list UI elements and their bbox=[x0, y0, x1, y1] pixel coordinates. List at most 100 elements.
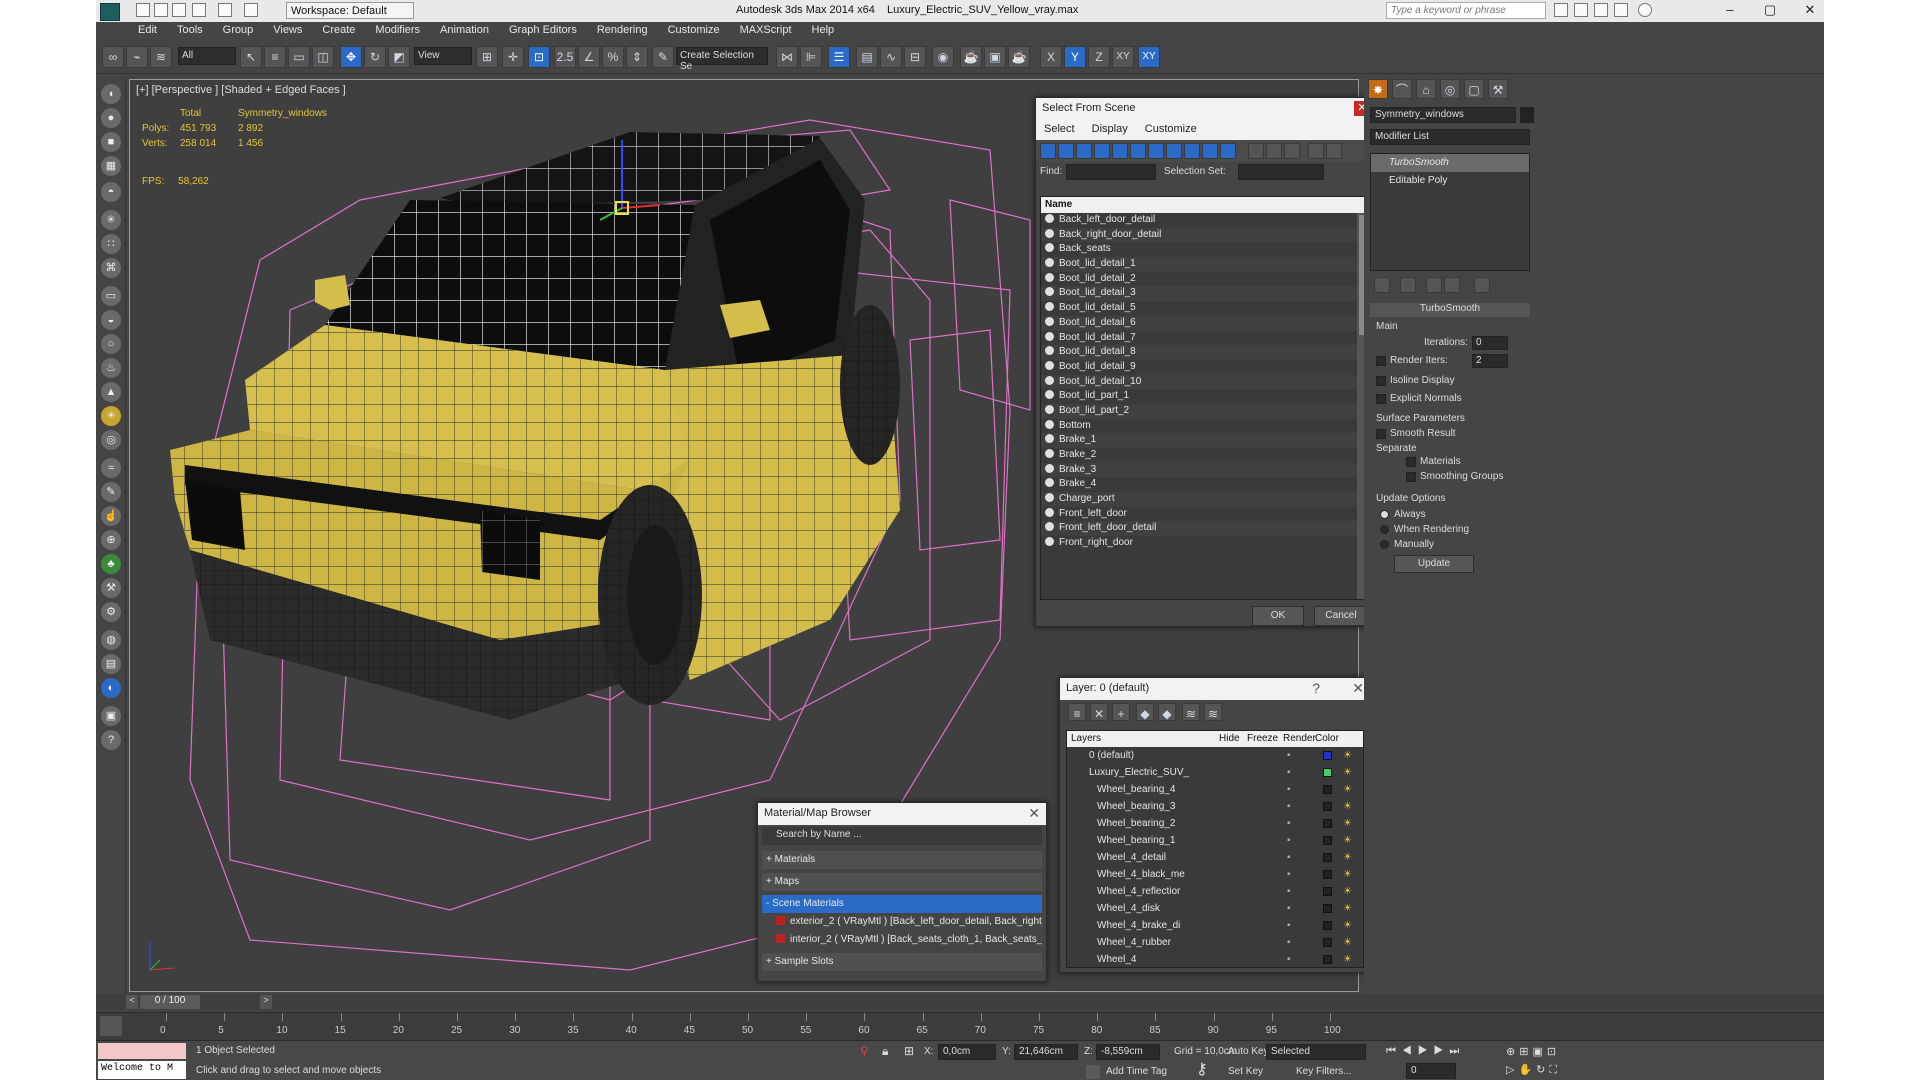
render-toggle-icon[interactable]: ▪ bbox=[1287, 951, 1291, 967]
hand-icon[interactable]: ☝ bbox=[101, 506, 121, 526]
radiosity-icon[interactable]: ☀ bbox=[1343, 900, 1352, 917]
maxscript-output[interactable]: Welcome to M bbox=[98, 1061, 186, 1079]
material-editor-icon[interactable]: ◉ bbox=[932, 46, 954, 68]
display-tab-icon[interactable]: ▢ bbox=[1464, 79, 1484, 99]
scene-object-item[interactable]: Boot_lid_detail_10 bbox=[1041, 374, 1369, 390]
field-of-view-icon[interactable]: ▷ bbox=[1506, 1064, 1518, 1076]
hierarchy-tab-icon[interactable]: ⌂ bbox=[1416, 79, 1436, 99]
render-toggle-icon[interactable]: ▪ bbox=[1287, 781, 1291, 798]
menu-views[interactable]: Views bbox=[263, 22, 312, 38]
new-file-icon[interactable] bbox=[136, 3, 150, 17]
layer-color-swatch[interactable] bbox=[1323, 904, 1332, 913]
cone-icon[interactable]: ▲ bbox=[101, 382, 121, 402]
update-button[interactable]: Update bbox=[1394, 555, 1474, 573]
z-coordinate-field[interactable]: -8,559cm bbox=[1096, 1044, 1160, 1060]
name-column-header[interactable]: Name bbox=[1041, 197, 1369, 213]
render-sphere-icon[interactable]: ◍ bbox=[101, 630, 121, 650]
schematic-view-icon[interactable]: ⊟ bbox=[904, 46, 926, 68]
filter-helpers-icon[interactable] bbox=[1112, 143, 1128, 159]
layer-row[interactable]: Wheel_bearing_3 ▪ ☀ bbox=[1067, 798, 1363, 815]
zoom-icon[interactable]: ⊕ bbox=[1506, 1046, 1519, 1058]
layer-row[interactable]: Wheel_4_black_me ▪ ☀ bbox=[1067, 866, 1363, 883]
scene-object-item[interactable]: Back_seats bbox=[1041, 242, 1369, 257]
layer-row[interactable]: Wheel_4_brake_di ▪ ☀ bbox=[1067, 917, 1363, 934]
add-time-tag[interactable]: Add Time Tag bbox=[1106, 1066, 1167, 1077]
col-render[interactable]: Render bbox=[1283, 733, 1316, 744]
zoom-extents-all-icon[interactable]: ⊡ bbox=[1547, 1046, 1560, 1058]
axis-xy-cycle-button[interactable]: XY bbox=[1138, 46, 1160, 68]
iterations-spinner[interactable]: 0 bbox=[1472, 336, 1508, 350]
select-manipulate-icon[interactable]: ✛ bbox=[502, 46, 524, 68]
binoculars-icon[interactable] bbox=[1554, 3, 1568, 17]
paint-icon[interactable]: ✎ bbox=[101, 482, 121, 502]
layer-color-swatch[interactable] bbox=[1323, 768, 1332, 777]
maximize-viewport-icon[interactable]: ⛶ bbox=[1549, 1064, 1561, 1076]
set-key-button[interactable]: Set Key bbox=[1228, 1066, 1263, 1077]
col-hide[interactable]: Hide bbox=[1219, 733, 1240, 744]
render-setup-icon[interactable]: ☕ bbox=[960, 46, 982, 68]
sfs-options-icon[interactable] bbox=[1326, 143, 1342, 159]
grid-icon[interactable]: ▦ bbox=[101, 156, 121, 176]
maximize-button[interactable]: ▢ bbox=[1756, 2, 1784, 20]
separate-smoothing-checkbox[interactable] bbox=[1406, 472, 1416, 482]
menu-animation[interactable]: Animation bbox=[430, 22, 499, 38]
sfs-menu-select[interactable]: Select bbox=[1044, 123, 1075, 135]
key-selection-dropdown[interactable]: Selected bbox=[1266, 1044, 1366, 1060]
workspace-dropdown[interactable]: Workspace: Default bbox=[286, 2, 414, 19]
stack-editable-poly[interactable]: Editable Poly bbox=[1371, 172, 1529, 190]
scene-object-item[interactable]: Brake_3 bbox=[1041, 462, 1369, 478]
app-logo-icon[interactable] bbox=[100, 3, 120, 21]
layer-color-swatch[interactable] bbox=[1323, 887, 1332, 896]
next-frame-icon[interactable]: > bbox=[260, 995, 272, 1009]
create-layer-icon[interactable]: ≡ bbox=[1068, 703, 1086, 721]
teapot2-icon[interactable]: ♨ bbox=[101, 358, 121, 378]
help-icon[interactable] bbox=[1638, 3, 1652, 17]
layer-icon[interactable]: ▤ bbox=[101, 654, 121, 674]
circle-icon[interactable]: ○ bbox=[101, 334, 121, 354]
edit-named-selection-icon[interactable]: ✎ bbox=[652, 46, 674, 68]
filter-lights-icon[interactable] bbox=[1076, 143, 1092, 159]
scene-material-interior[interactable]: interior_2 ( VRayMtl ) [Back_seats_cloth… bbox=[762, 931, 1042, 949]
y-coordinate-field[interactable]: 21,646cm bbox=[1014, 1044, 1078, 1060]
create-tab-icon[interactable]: ✸ bbox=[1368, 79, 1388, 99]
current-frame-field[interactable]: 0 bbox=[1406, 1063, 1456, 1079]
auto-key-button[interactable]: Auto Key bbox=[1228, 1046, 1269, 1057]
tools-icon[interactable] bbox=[1574, 3, 1588, 17]
set-key-icon[interactable]: ⚷ bbox=[1196, 1059, 1208, 1079]
freeze-all-layers-icon[interactable]: ≋ bbox=[1204, 703, 1222, 721]
snapshot-icon[interactable]: ▣ bbox=[101, 706, 121, 726]
layer-color-swatch[interactable] bbox=[1323, 802, 1332, 811]
rect-selection-icon[interactable]: ▭ bbox=[288, 46, 310, 68]
time-slider[interactable]: 0 / 100 < > bbox=[96, 994, 1824, 1010]
filter-bones-icon[interactable] bbox=[1184, 143, 1200, 159]
menu-group[interactable]: Group bbox=[213, 22, 264, 38]
layer-manager-icon[interactable]: ☰ bbox=[828, 46, 850, 68]
section-scene-materials[interactable]: - Scene Materials bbox=[762, 895, 1042, 913]
radiosity-icon[interactable]: ☀ bbox=[1343, 781, 1352, 798]
render-toggle-icon[interactable]: ▪ bbox=[1287, 934, 1291, 951]
layer-color-swatch[interactable] bbox=[1323, 819, 1332, 828]
scene-object-item[interactable]: Boot_lid_detail_1 bbox=[1041, 257, 1369, 272]
scene-material-exterior[interactable]: exterior_2 ( VRayMtl ) [Back_left_door_d… bbox=[762, 913, 1042, 931]
cancel-button[interactable]: Cancel bbox=[1314, 606, 1368, 626]
scene-object-item[interactable]: Boot_lid_part_1 bbox=[1041, 389, 1369, 404]
filter-spacewarps-icon[interactable] bbox=[1130, 143, 1146, 159]
separate-materials-checkbox[interactable] bbox=[1406, 457, 1416, 467]
section-maps[interactable]: + Maps bbox=[762, 873, 1042, 891]
scene-object-item[interactable]: Brake_2 bbox=[1041, 448, 1369, 463]
layer-row[interactable]: Wheel_4_disk ▪ ☀ bbox=[1067, 900, 1363, 917]
radiosity-icon[interactable]: ☀ bbox=[1343, 917, 1352, 934]
scene-object-item[interactable]: Boot_lid_detail_9 bbox=[1041, 360, 1369, 375]
axis-z-button[interactable]: Z bbox=[1088, 46, 1110, 68]
menu-customize[interactable]: Customize bbox=[658, 22, 730, 38]
select-from-scene-titlebar[interactable]: Select From Scene ✕ bbox=[1036, 98, 1374, 120]
layer-row[interactable]: Wheel_4 ▪ ☀ bbox=[1067, 951, 1363, 967]
selection-filter-dropdown[interactable]: All bbox=[178, 47, 236, 65]
leaf-icon[interactable]: ♣ bbox=[101, 554, 121, 574]
update-always-radio[interactable] bbox=[1380, 510, 1389, 519]
layer-row[interactable]: Wheel_bearing_1 ▪ ☀ bbox=[1067, 832, 1363, 849]
space-warp-icon[interactable]: ⌘ bbox=[101, 258, 121, 278]
layer-help-icon[interactable]: ? bbox=[1312, 680, 1320, 696]
particle-icon[interactable]: ∷ bbox=[101, 234, 121, 254]
radiosity-icon[interactable]: ☀ bbox=[1343, 764, 1352, 781]
